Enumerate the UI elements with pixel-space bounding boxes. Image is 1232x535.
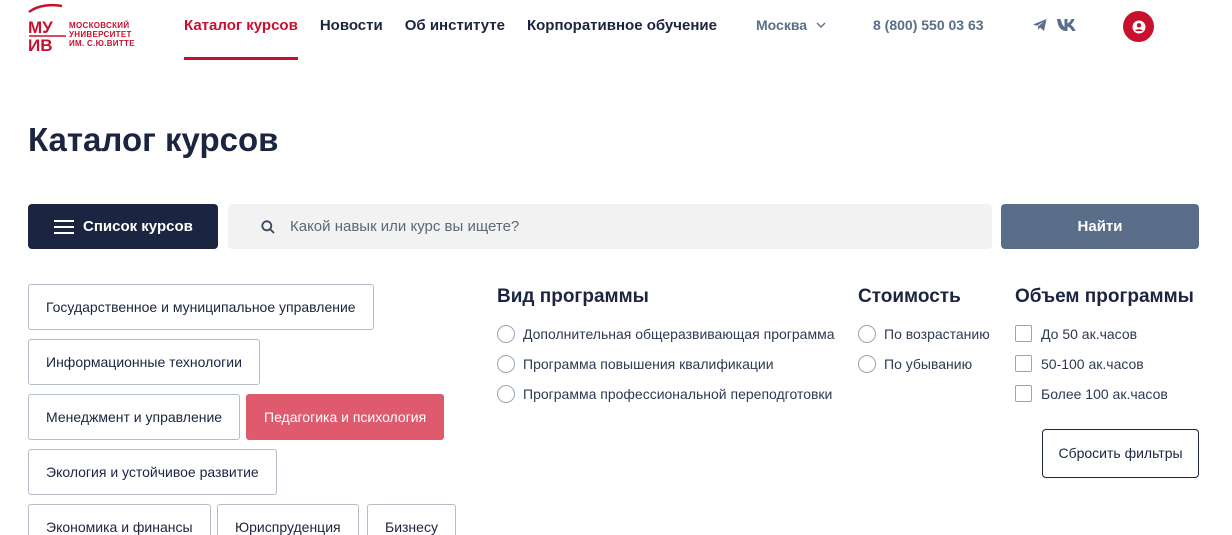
radio-button[interactable] (497, 355, 515, 373)
option-label: 50-100 ак.часов (1041, 355, 1144, 372)
university-logo[interactable]: МУ ИВ МОСКОВСКИЙ УНИВЕРСИТЕТ ИМ. С.Ю.ВИТ… (28, 3, 148, 55)
option-label: Программа профессиональной переподготовк… (523, 386, 833, 402)
category-chip-management[interactable]: Менеджмент и управление (28, 394, 241, 440)
category-chip-government[interactable]: Государственное и муниципальное управлен… (28, 284, 374, 330)
category-chip-law[interactable]: Юриспруденция (217, 504, 359, 535)
course-list-button[interactable]: Список курсов (28, 204, 218, 249)
course-list-label: Список курсов (83, 218, 193, 235)
option-label: Дополнительная общеразвивающая программа (523, 326, 835, 342)
category-chip-business[interactable]: Бизнесу (367, 504, 456, 535)
radio-button[interactable] (497, 325, 515, 343)
radio-button[interactable] (858, 355, 876, 373)
menu-icon (54, 219, 74, 234)
nav-item-about[interactable]: Об институте (405, 0, 505, 60)
option-label: Более 100 ак.часов (1041, 385, 1168, 402)
logo-line: МОСКОВСКИЙ (69, 21, 130, 30)
option-label: Программа повышения квалификации (523, 356, 774, 372)
svg-text:ИВ: ИВ (28, 36, 53, 55)
user-icon (1132, 20, 1145, 33)
option-label: По возрастанию (884, 326, 990, 342)
volume-title: Объем программы (1015, 286, 1194, 307)
telegram-icon[interactable] (1032, 17, 1048, 38)
volume-option[interactable]: До 50 ак.часов (1015, 325, 1137, 342)
logo-line: ИМ. С.Ю.ВИТТЕ (69, 39, 135, 48)
program-type-option[interactable]: Дополнительная общеразвивающая программа (497, 325, 835, 343)
city-selector[interactable]: Москва (756, 17, 826, 33)
checkbox[interactable] (1015, 385, 1032, 402)
find-button[interactable]: Найти (1001, 204, 1199, 249)
nav-item-catalog[interactable]: Каталог курсов (184, 0, 298, 60)
cost-option[interactable]: По убыванию (858, 355, 972, 373)
cost-title: Стоимость (858, 286, 961, 307)
category-chip-pedagogy[interactable]: Педагогика и психология (246, 394, 445, 440)
vk-icon[interactable] (1056, 18, 1078, 37)
reset-filters-button[interactable]: Сбросить фильтры (1042, 429, 1199, 478)
category-chip-ecology[interactable]: Экология и устойчивое развитие (28, 449, 277, 495)
volume-option[interactable]: 50-100 ак.часов (1015, 355, 1144, 372)
logo-line: УНИВЕРСИТЕТ (69, 30, 132, 39)
search-bar (228, 204, 992, 249)
nav-item-news[interactable]: Новости (320, 0, 383, 60)
user-account-button[interactable] (1123, 11, 1154, 42)
logo-mark-icon: МУ ИВ (28, 3, 66, 55)
radio-button[interactable] (858, 325, 876, 343)
search-input[interactable] (290, 218, 890, 235)
program-type-title: Вид программы (497, 286, 649, 307)
svg-text:МУ: МУ (28, 18, 53, 37)
radio-button[interactable] (497, 385, 515, 403)
main-nav: Каталог курсов Новости Об институте Корп… (184, 0, 739, 60)
site-header: МУ ИВ МОСКОВСКИЙ УНИВЕРСИТЕТ ИМ. С.Ю.ВИТ… (0, 0, 1232, 60)
program-type-option[interactable]: Программа профессиональной переподготовк… (497, 385, 832, 403)
page-title: Каталог курсов (28, 121, 279, 158)
checkbox[interactable] (1015, 355, 1032, 372)
option-label: До 50 ак.часов (1041, 325, 1138, 342)
logo-text: МОСКОВСКИЙ УНИВЕРСИТЕТ ИМ. С.Ю.ВИТТЕ (69, 21, 135, 48)
chevron-down-icon (816, 22, 826, 28)
city-label: Москва (756, 17, 808, 33)
cost-option[interactable]: По возрастанию (858, 325, 990, 343)
category-chip-economics[interactable]: Экономика и финансы (28, 504, 211, 535)
checkbox[interactable] (1015, 325, 1032, 342)
volume-option[interactable]: Более 100 ак.часов (1015, 385, 1168, 402)
program-type-option[interactable]: Программа повышения квалификации (497, 355, 774, 373)
social-links (1032, 17, 1086, 38)
nav-item-corporate[interactable]: Корпоративное обучение (527, 0, 717, 60)
phone-link[interactable]: 8 (800) 550 03 63 (873, 17, 984, 33)
search-icon (261, 219, 275, 234)
category-chip-it[interactable]: Информационные технологии (28, 339, 260, 385)
option-label: По убыванию (884, 356, 973, 372)
